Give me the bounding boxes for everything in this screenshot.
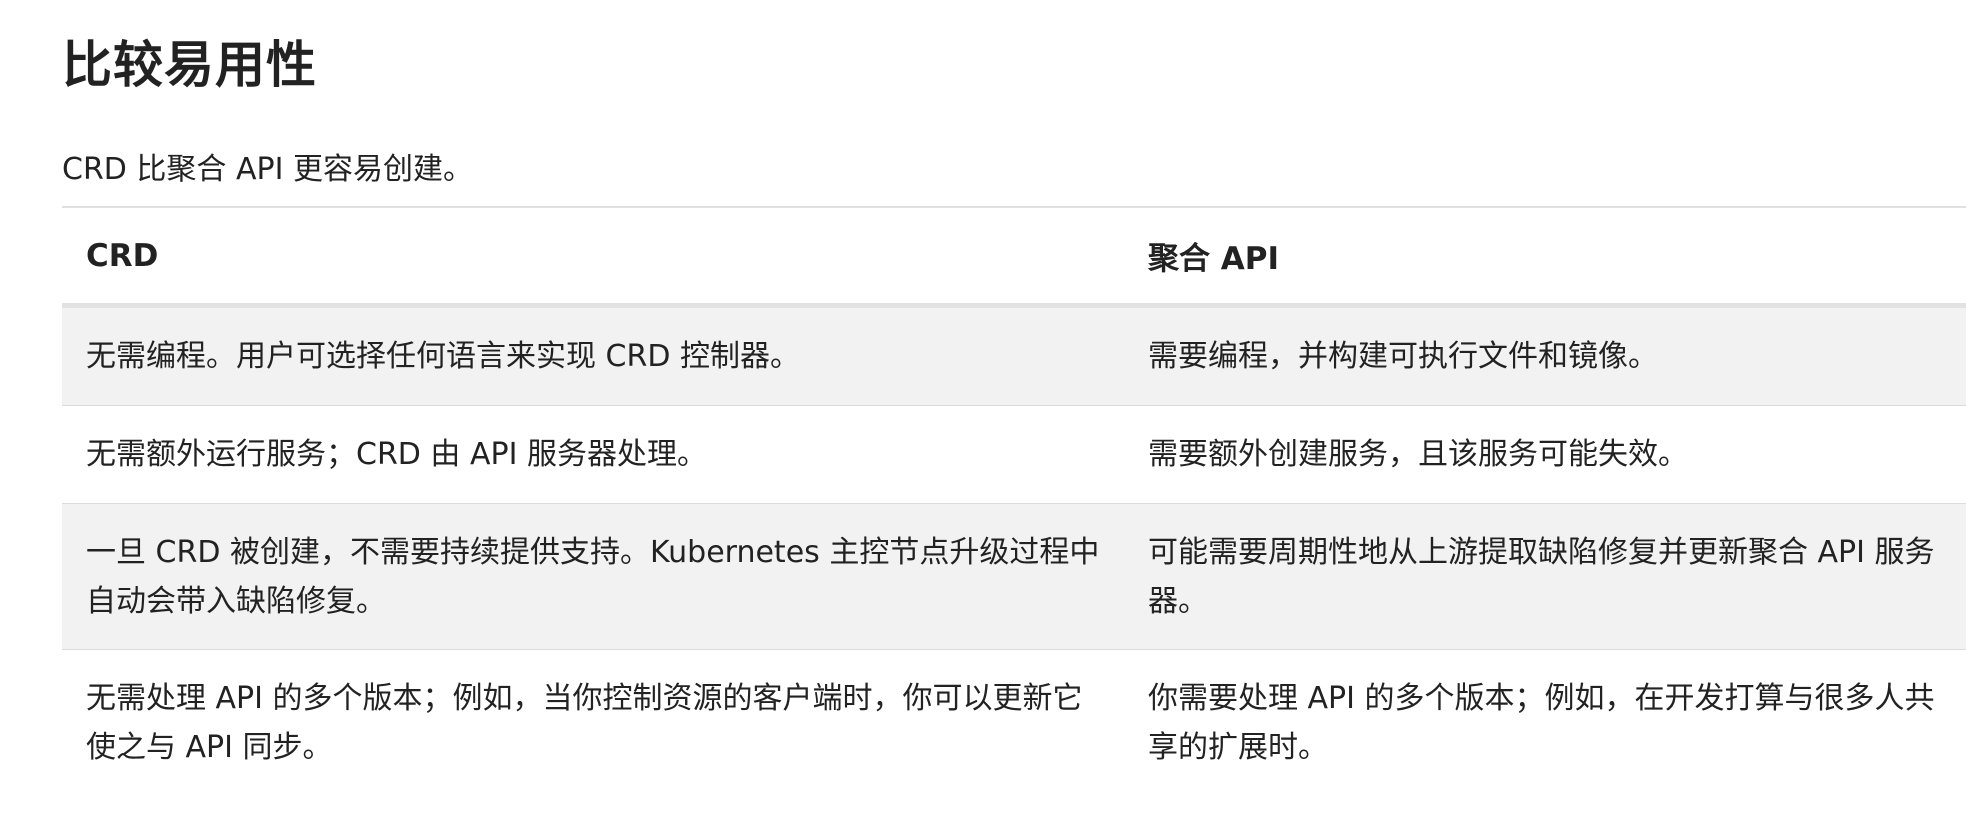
- cell-aggregated-api: 你需要处理 API 的多个版本；例如，在开发打算与很多人共享的扩展时。: [1148, 680, 1935, 765]
- table-row: 无需处理 API 的多个版本；例如，当你控制资源的客户端时，你可以更新它使之与 …: [62, 650, 1966, 796]
- table-body: 无需编程。用户可选择任何语言来实现 CRD 控制器。 需要编程，并构建可执行文件…: [62, 305, 1966, 796]
- section-intro: CRD 比聚合 API 更容易创建。: [62, 152, 473, 187]
- section-title: 比较易用性: [62, 36, 317, 94]
- table-header: CRD 聚合 API: [62, 207, 1966, 306]
- cell-aggregated-api: 需要额外创建服务，且该服务可能失效。: [1124, 405, 1966, 504]
- header-crd: CRD: [86, 237, 159, 274]
- cell-crd: 无需编程。用户可选择任何语言来实现 CRD 控制器。: [62, 305, 1124, 406]
- cell-aggregated-api: 可能需要周期性地从上游提取缺陷修复并更新聚合 API 服务器。: [1124, 503, 1966, 650]
- table-row: 一旦 CRD 被创建，不需要持续提供支持。Kubernetes 主控节点升级过程…: [62, 503, 1966, 650]
- comparison-table: CRD 聚合 API 无需编程。用户可选择任何语言来实现 CRD 控制器。 需要…: [62, 206, 1966, 795]
- table-row: 无需额外运行服务；CRD 由 API 服务器处理。 需要额外创建服务，且该服务可…: [62, 405, 1966, 504]
- table-row: 无需编程。用户可选择任何语言来实现 CRD 控制器。 需要编程，并构建可执行文件…: [62, 305, 1966, 406]
- table-header-row: CRD 聚合 API: [62, 207, 1966, 306]
- cell-crd: 无需额外运行服务；CRD 由 API 服务器处理。: [62, 405, 1124, 504]
- header-aggregated-api: 聚合 API: [1148, 241, 1280, 277]
- cell-aggregated-api: 需要编程，并构建可执行文件和镜像。: [1124, 305, 1966, 406]
- ease-of-use-section: 比较易用性 CRD 比聚合 API 更容易创建。 CRD 聚合 API 无需编程…: [62, 30, 1966, 765]
- cell-crd: 一旦 CRD 被创建，不需要持续提供支持。Kubernetes 主控节点升级过程…: [62, 503, 1124, 650]
- cell-crd: 无需处理 API 的多个版本；例如，当你控制资源的客户端时，你可以更新它使之与 …: [86, 680, 1083, 765]
